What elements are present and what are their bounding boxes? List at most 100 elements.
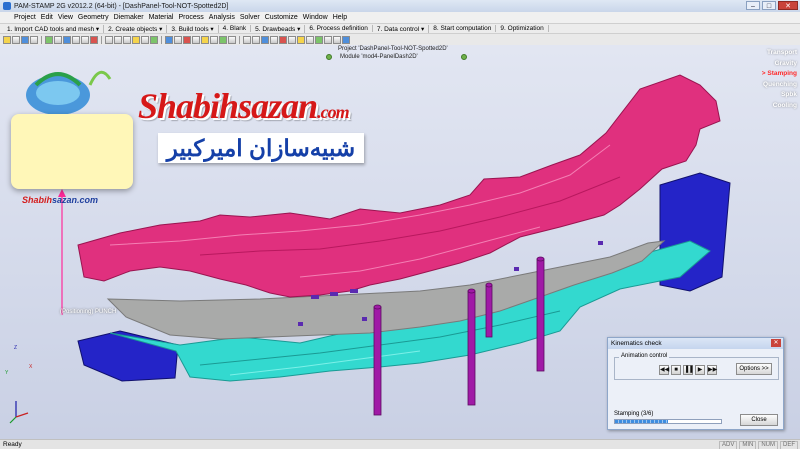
menu-analysis[interactable]: Analysis [209,14,235,21]
clip-icon[interactable] [210,35,218,44]
maximize-button[interactable]: □ [762,1,776,10]
indicator-def: DEF [780,441,798,449]
stage-spbk[interactable]: Spbk [762,90,797,101]
menu-help[interactable]: Help [333,14,347,21]
wizard-step-process-definition[interactable]: 6. Process definition [305,25,373,32]
menu-solver[interactable]: Solver [240,14,260,21]
plot-icon[interactable] [297,35,305,44]
indicator-adv: ADV [718,441,738,449]
wizard-step-create-objects[interactable]: 2. Create objects ▾ [104,24,168,33]
menu-project[interactable]: Project [14,14,36,21]
play-button[interactable]: ▶ [695,365,705,375]
menu-edit[interactable]: Edit [41,14,53,21]
camera-icon[interactable] [324,35,332,44]
menu-view[interactable]: View [58,14,73,21]
title-bar: PAM-STAMP 2G v2012.2 (64-bit) - [DashPan… [0,0,800,12]
stage-stamping[interactable]: > Stamping [762,69,797,80]
nav-next-icon[interactable] [461,54,467,60]
brand-persian-text: شبیه‌سازان امیرکبیر [158,133,364,163]
stage-cooling[interactable]: Cooling [762,101,797,112]
animation-icon[interactable] [219,35,227,44]
nav-prev-icon[interactable] [326,54,332,60]
rewind-button[interactable]: ◀◀ [659,365,669,375]
stop-button[interactable]: ■ [671,365,681,375]
stage-gravity[interactable]: Gravity [762,59,797,70]
options-button[interactable]: Options >> [736,363,772,375]
menu-diemaker[interactable]: Diemaker [114,14,144,21]
zoom-icon[interactable] [81,35,89,44]
logo-card-label: Shabihsazan.com [22,195,98,205]
wizard-step-blank[interactable]: 4. Blank [219,25,252,32]
rotate-icon[interactable] [63,35,71,44]
movie-icon[interactable] [333,35,341,44]
stage-status-text: Stamping (3/6) [614,411,654,417]
stage-progress-bar [614,419,722,424]
result-icon[interactable] [228,35,236,44]
help-icon[interactable] [342,35,350,44]
save-icon[interactable] [21,35,29,44]
app-icon [3,2,11,10]
project-name: Project 'DashPanel-Tool-NOT-Spotted2D' [338,46,448,52]
view-side-icon[interactable] [123,35,131,44]
stage-quenching[interactable]: Quenching [762,80,797,91]
close-window-button[interactable]: ✕ [778,1,798,10]
drawbead-icon[interactable] [183,35,191,44]
redo-icon[interactable] [252,35,260,44]
indicator-min: MIN [739,441,757,449]
view-iso-icon[interactable] [132,35,140,44]
pause-button[interactable]: ▐▐ [683,365,693,375]
fast-forward-button[interactable]: ▶▶ [707,365,717,375]
table-icon[interactable] [306,35,314,44]
color-icon[interactable] [270,35,278,44]
wizard-step-build-tools[interactable]: 3. Build tools ▾ [167,24,219,33]
new-file-icon[interactable] [12,35,20,44]
report-icon[interactable] [315,35,323,44]
vector-icon[interactable] [279,35,287,44]
window-title: PAM-STAMP 2G v2012.2 (64-bit) - [DashPan… [14,2,229,10]
lighting-icon[interactable] [261,35,269,44]
stage-transport[interactable]: Transport [762,48,797,59]
menu-material[interactable]: Material [149,14,174,21]
brand-latin-domain: .com [317,102,349,122]
axis-x-label: X [29,364,33,370]
main-toolbar [0,34,800,45]
undo-icon[interactable] [243,35,251,44]
minimize-button[interactable]: – [746,1,760,10]
animation-control-group: Animation control ◀◀ ■ ▐▐ ▶ ▶▶ Options >… [614,353,779,380]
wizard-step-start-computation[interactable]: 8. Start computation [429,25,497,32]
menu-customize[interactable]: Customize [265,14,298,21]
wizard-step-import[interactable]: 1. Import CAD tools and mesh ▾ [3,24,105,33]
menu-bar: Project Edit View Geometry Diemaker Mate… [0,12,800,23]
status-ready-text: Ready [3,441,22,448]
menu-window[interactable]: Window [303,14,328,21]
tool-icon[interactable] [165,35,173,44]
view-front-icon[interactable] [105,35,113,44]
status-indicators: ADV MIN NUM DEF [718,441,798,449]
select-icon[interactable] [54,35,62,44]
wireframe-icon[interactable] [150,35,158,44]
text-icon[interactable] [288,35,296,44]
dialog-title-text: Kinematics check [611,340,662,347]
view-top-icon[interactable] [114,35,122,44]
wizard-step-optimization[interactable]: 9. Optimization [496,25,549,32]
section-icon[interactable] [201,35,209,44]
shading-icon[interactable] [141,35,149,44]
blank-icon[interactable] [174,35,182,44]
menu-geometry[interactable]: Geometry [78,14,109,21]
window-controls: – □ ✕ [746,1,798,10]
wizard-step-data-control[interactable]: 7. Data control ▾ [373,24,430,33]
mesh-icon[interactable] [45,35,53,44]
fit-view-icon[interactable] [90,35,98,44]
wizard-step-drawbeads[interactable]: 5. Drawbeads ▾ [251,24,306,33]
dialog-close-icon[interactable]: ✕ [771,339,781,347]
logo-card-label-b: sazan.com [52,195,99,205]
measure-icon[interactable] [192,35,200,44]
print-icon[interactable] [30,35,38,44]
close-button[interactable]: Close [740,414,778,426]
punch-label: (Positioning) PUNCH [60,309,117,315]
menu-process[interactable]: Process [179,14,204,21]
pan-icon[interactable] [72,35,80,44]
logo-card-label-a: Shabih [22,195,53,205]
logo-card [11,114,133,189]
open-folder-icon[interactable] [3,35,11,44]
